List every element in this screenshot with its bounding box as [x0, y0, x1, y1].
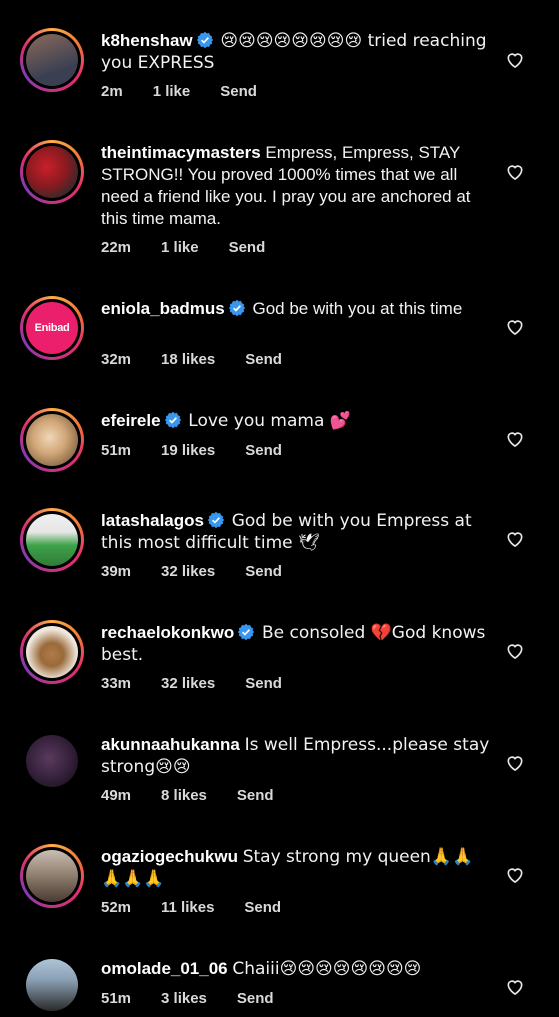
comment-username[interactable]: theintimacymasters — [101, 143, 261, 162]
heart-outline-icon[interactable] — [505, 977, 525, 997]
comment-text: Chaiii😢😢😢😢😢😢😢😢 — [232, 959, 422, 979]
comment-body: akunnaahukanna Is well Empress...please … — [101, 734, 491, 778]
verified-badge-icon — [196, 31, 213, 49]
comment-body: omolade_01_06 Chaiii😢😢😢😢😢😢😢😢 — [101, 958, 491, 980]
send-button[interactable]: Send — [244, 899, 281, 916]
send-button[interactable]: Send — [245, 351, 282, 368]
comment-likes[interactable]: 1 like — [153, 83, 191, 100]
avatar[interactable] — [20, 408, 84, 472]
heart-outline-icon[interactable] — [505, 50, 525, 70]
comment-meta: 51m 3 likes Send — [101, 990, 304, 1007]
comment-time: 22m — [101, 239, 132, 256]
comment-meta: 32m 18 likes Send — [101, 351, 312, 368]
comment-username[interactable]: omolade_01_06 — [101, 959, 228, 978]
send-button[interactable]: Send — [237, 990, 274, 1007]
heart-outline-icon[interactable] — [505, 753, 525, 773]
comment-meta: 52m 11 likes Send — [101, 899, 311, 916]
comment-likes[interactable]: 19 likes — [161, 442, 215, 459]
verified-badge-icon — [237, 623, 255, 641]
comment-username[interactable]: efeirele — [101, 411, 161, 430]
comment-time: 52m — [101, 899, 132, 916]
comment-body: theintimacymasters Empress, Empress, STA… — [101, 142, 491, 230]
comment-likes[interactable]: 11 likes — [161, 899, 214, 916]
avatar[interactable] — [20, 620, 84, 684]
comment-username[interactable]: k8henshaw — [101, 31, 193, 50]
heart-outline-icon[interactable] — [505, 317, 525, 337]
comment-username[interactable]: ogaziogechukwu — [101, 847, 238, 866]
avatar[interactable] — [20, 140, 84, 204]
send-button[interactable]: Send — [245, 563, 282, 580]
verified-badge-icon — [207, 511, 225, 529]
comment-body: eniola_badmus God be with you at this ti… — [101, 298, 491, 320]
avatar[interactable] — [23, 732, 81, 790]
send-button[interactable]: Send — [229, 239, 266, 256]
heart-outline-icon[interactable] — [505, 641, 525, 661]
comment-likes[interactable]: 18 likes — [161, 351, 215, 368]
comment-time: 49m — [101, 787, 132, 804]
send-button[interactable]: Send — [237, 787, 274, 804]
comment-meta: 33m 32 likes Send — [101, 675, 312, 692]
comment-body: latashalagos God be with you Empress at … — [101, 510, 491, 554]
comment-likes[interactable]: 1 like — [161, 239, 199, 256]
comment-likes[interactable]: 8 likes — [161, 787, 207, 804]
comment-meta: 49m 8 likes Send — [101, 787, 304, 804]
comment-time: 51m — [101, 442, 132, 459]
verified-badge-icon — [164, 411, 181, 429]
comment-text: God be with you at this time — [252, 299, 463, 318]
heart-outline-icon[interactable] — [505, 865, 525, 885]
comment-time: 2m — [101, 83, 123, 100]
verified-badge-icon — [228, 299, 246, 317]
comment-meta: 51m 19 likes Send — [101, 442, 312, 459]
avatar[interactable] — [20, 28, 84, 92]
comment-body: efeirele Love you mama 💕 — [101, 410, 491, 432]
comment-meta: 2m 1 like Send — [101, 83, 287, 100]
comment-time: 32m — [101, 351, 132, 368]
comment-text: Love you mama 💕 — [188, 411, 351, 431]
avatar[interactable]: Enibad — [20, 296, 84, 360]
comment-meta: 22m 1 like Send — [101, 239, 295, 256]
send-button[interactable]: Send — [245, 675, 282, 692]
heart-outline-icon[interactable] — [505, 429, 525, 449]
avatar[interactable] — [20, 844, 84, 908]
comment-meta: 39m 32 likes Send — [101, 563, 312, 580]
comment-username[interactable]: eniola_badmus — [101, 299, 225, 318]
comment-time: 51m — [101, 990, 132, 1007]
comment-likes[interactable]: 32 likes — [161, 675, 215, 692]
send-button[interactable]: Send — [245, 442, 282, 459]
avatar[interactable] — [20, 508, 84, 572]
heart-outline-icon[interactable] — [505, 529, 525, 549]
comment-username[interactable]: akunnaahukanna — [101, 735, 240, 754]
comment-body: k8henshaw 😢😢😢😢😢😢😢😢 tried reaching you EX… — [101, 30, 491, 74]
comment-username[interactable]: latashalagos — [101, 511, 204, 530]
send-button[interactable]: Send — [220, 83, 257, 100]
comment-likes[interactable]: 32 likes — [161, 563, 215, 580]
avatar[interactable] — [23, 956, 81, 1014]
comment-likes[interactable]: 3 likes — [161, 990, 207, 1007]
heart-outline-icon[interactable] — [505, 162, 525, 182]
comment-time: 33m — [101, 675, 132, 692]
comment-username[interactable]: rechaelokonkwo — [101, 623, 234, 642]
comment-body: ogaziogechukwu Stay strong my queen🙏🙏🙏🙏🙏 — [101, 846, 491, 890]
comment-time: 39m — [101, 563, 132, 580]
avatar-logo-text: Enibad — [34, 322, 70, 334]
comment-body: rechaelokonkwo Be consoled 💔God knows be… — [101, 622, 491, 666]
